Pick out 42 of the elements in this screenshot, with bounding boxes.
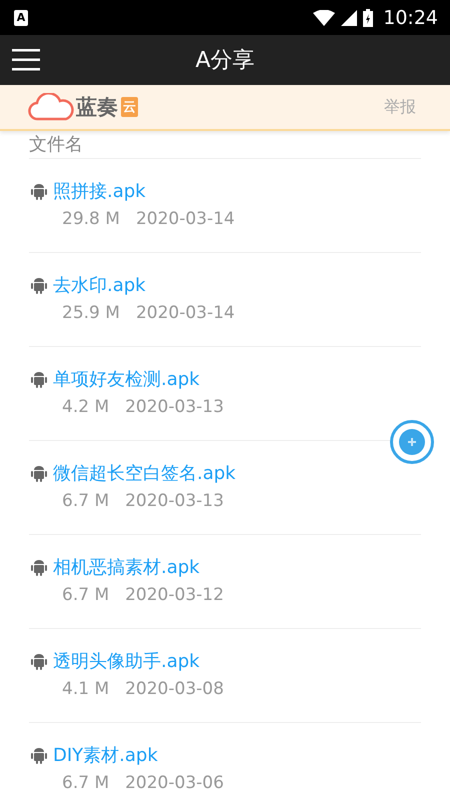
file-date: 2020-03-13 bbox=[125, 397, 224, 417]
column-header: 文件名 bbox=[29, 131, 421, 159]
file-link[interactable]: 单项好友检测.apk bbox=[53, 367, 200, 391]
file-link[interactable]: DIY素材.apk bbox=[53, 743, 158, 767]
logo-badge: 云 bbox=[121, 97, 138, 117]
file-date: 2020-03-14 bbox=[136, 209, 235, 229]
file-date: 2020-03-08 bbox=[125, 679, 224, 699]
cloud-icon bbox=[28, 93, 74, 121]
app-notification-icon: A bbox=[14, 10, 28, 26]
signal-icon bbox=[341, 10, 358, 26]
add-button[interactable] bbox=[399, 429, 425, 455]
file-size: 6.7 M bbox=[62, 773, 110, 793]
file-link[interactable]: 相机恶搞素材.apk bbox=[53, 555, 200, 579]
app-title: A分享 bbox=[195, 47, 255, 75]
plus-icon bbox=[407, 437, 417, 447]
file-size: 29.8 M bbox=[62, 209, 120, 229]
report-link[interactable]: 举报 bbox=[384, 96, 416, 118]
file-date: 2020-03-12 bbox=[125, 585, 224, 605]
menu-icon[interactable] bbox=[12, 49, 40, 71]
file-size: 4.1 M bbox=[62, 679, 110, 699]
file-link[interactable]: 微信超长空白签名.apk bbox=[53, 461, 236, 485]
file-date: 2020-03-14 bbox=[136, 303, 235, 323]
file-size: 6.7 M bbox=[62, 491, 110, 511]
android-icon bbox=[29, 745, 49, 765]
android-icon bbox=[29, 651, 49, 671]
clock: 10:24 bbox=[383, 6, 438, 28]
android-icon bbox=[29, 369, 49, 389]
file-link[interactable]: 去水印.apk bbox=[53, 273, 146, 297]
file-size: 6.7 M bbox=[62, 585, 110, 605]
android-icon bbox=[29, 275, 49, 295]
android-icon bbox=[29, 463, 49, 483]
file-date: 2020-03-06 bbox=[125, 773, 224, 793]
battery-icon bbox=[363, 8, 374, 26]
file-link[interactable]: 透明头像助手.apk bbox=[53, 649, 200, 673]
wifi-icon bbox=[313, 10, 336, 26]
android-icon bbox=[29, 557, 49, 577]
android-icon bbox=[29, 181, 49, 201]
file-link[interactable]: 照拼接.apk bbox=[53, 179, 146, 203]
logo-text: 蓝奏 bbox=[76, 94, 118, 121]
file-date: 2020-03-13 bbox=[125, 491, 224, 511]
file-size: 25.9 M bbox=[62, 303, 120, 323]
file-size: 4.2 M bbox=[62, 397, 110, 417]
